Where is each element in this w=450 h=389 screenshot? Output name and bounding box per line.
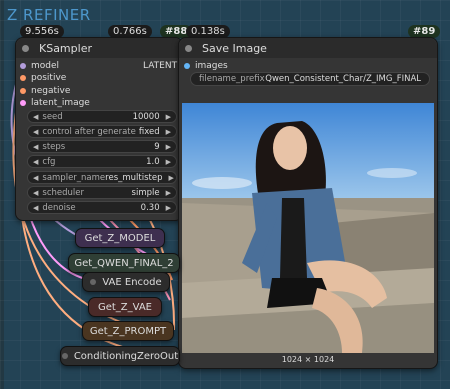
positive-socket[interactable] [20, 75, 26, 81]
increment-icon[interactable]: ▶ [166, 189, 171, 197]
increment-icon[interactable]: ▶ [166, 143, 171, 151]
widget-label: sampler_name [42, 172, 106, 183]
widget-value: 9 [154, 141, 160, 152]
output-image[interactable] [182, 103, 434, 353]
vae-encode-label: VAE Encode [102, 276, 162, 288]
vae-encode-node[interactable]: VAE Encode [82, 272, 170, 292]
widget-value: 0.30 [140, 202, 160, 213]
get-z-vae-label: Get_Z_VAE [97, 301, 153, 313]
widget-value: fixed [138, 126, 160, 137]
get-qwen-final-2-node[interactable]: Get_QWEN_FINAL_2 [68, 253, 180, 273]
input-images[interactable]: images [184, 61, 228, 71]
widget-control-after-generate[interactable]: ◀ control after generate fixed ▶ [27, 125, 177, 138]
conditioning-socket[interactable] [61, 353, 68, 359]
decrement-icon[interactable]: ◀ [33, 113, 38, 121]
get-z-vae-node[interactable]: Get_Z_VAE [88, 297, 162, 317]
widget-value: simple [131, 187, 160, 198]
input-model[interactable]: model [20, 61, 59, 71]
filename-prefix-label: filename_prefix [199, 74, 265, 84]
widget-label: seed [42, 111, 63, 122]
get-z-prompt-node[interactable]: Get_Z_PROMPT [82, 321, 174, 341]
decrement-icon[interactable]: ◀ [33, 189, 38, 197]
increment-icon[interactable]: ▶ [166, 204, 171, 212]
input-model-label: model [31, 61, 60, 71]
ksampler-title: KSampler [39, 41, 92, 55]
widget-label: steps [42, 141, 66, 152]
image-size-caption: 1024 × 1024 [281, 355, 335, 364]
widget-steps[interactable]: ◀ steps 9 ▶ [27, 140, 177, 153]
save-image-title: Save Image [202, 41, 267, 55]
widget-sampler-name[interactable]: ◀ sampler_name res_multistep ▶ [27, 171, 177, 184]
increment-icon[interactable]: ▶ [166, 113, 171, 121]
decrement-icon[interactable]: ◀ [33, 143, 38, 151]
model-socket[interactable] [20, 63, 26, 69]
decrement-icon[interactable]: ◀ [33, 174, 38, 182]
widget-label: scheduler [42, 187, 84, 198]
widget-seed[interactable]: ◀ seed 10000 ▶ [27, 110, 177, 123]
input-positive-label: positive [31, 73, 67, 83]
input-latent[interactable]: latent_image [20, 98, 90, 108]
increment-icon[interactable]: ▶ [166, 158, 171, 166]
widget-label: cfg [42, 156, 56, 167]
node-collapse-dot[interactable] [22, 44, 29, 52]
widget-value: res_multistep [105, 172, 163, 183]
output-latent-label: LATENT [143, 61, 178, 71]
input-positive[interactable]: positive [20, 73, 66, 83]
widget-cfg[interactable]: ◀ cfg 1.0 ▶ [27, 155, 177, 168]
vae-encode-socket[interactable] [90, 279, 97, 285]
conditioning-zero-out-node[interactable]: ConditioningZeroOut [60, 346, 180, 366]
decrement-icon[interactable]: ◀ [33, 158, 38, 166]
widget-label: control after generate [42, 126, 136, 137]
widget-scheduler[interactable]: ◀ scheduler simple ▶ [27, 186, 177, 199]
widget-value: 1.0 [146, 156, 160, 167]
widget-denoise[interactable]: ◀ denoise 0.30 ▶ [27, 201, 177, 214]
widget-value: 10000 [132, 111, 160, 122]
input-images-label: images [195, 61, 228, 71]
get-z-model-label: Get_Z_MODEL [84, 232, 156, 244]
input-latent-label: latent_image [31, 98, 90, 108]
decrement-icon[interactable]: ◀ [33, 128, 38, 136]
get-z-model-node[interactable]: Get_Z_MODEL [75, 228, 165, 248]
increment-icon[interactable]: ▶ [168, 174, 173, 182]
increment-icon[interactable]: ▶ [166, 128, 171, 136]
get-z-prompt-label: Get_Z_PROMPT [89, 325, 167, 337]
widget-label: denoise [42, 202, 76, 213]
images-socket[interactable] [184, 63, 190, 69]
node-collapse-dot[interactable] [185, 44, 192, 52]
get-qwen-final-2-label: Get_QWEN_FINAL_2 [74, 257, 174, 269]
filename-prefix-value: Qwen_Consistent_Char/Z_IMG_FINAL [265, 74, 421, 84]
latent-socket[interactable] [20, 100, 26, 106]
negative-socket[interactable] [20, 88, 26, 94]
filename-prefix-widget[interactable]: filename_prefix Qwen_Consistent_Char/Z_I… [190, 72, 430, 86]
conditioning-zero-out-label: ConditioningZeroOut [73, 350, 179, 362]
input-negative-label: negative [31, 86, 71, 96]
decrement-icon[interactable]: ◀ [33, 204, 38, 212]
input-negative[interactable]: negative [20, 86, 70, 96]
